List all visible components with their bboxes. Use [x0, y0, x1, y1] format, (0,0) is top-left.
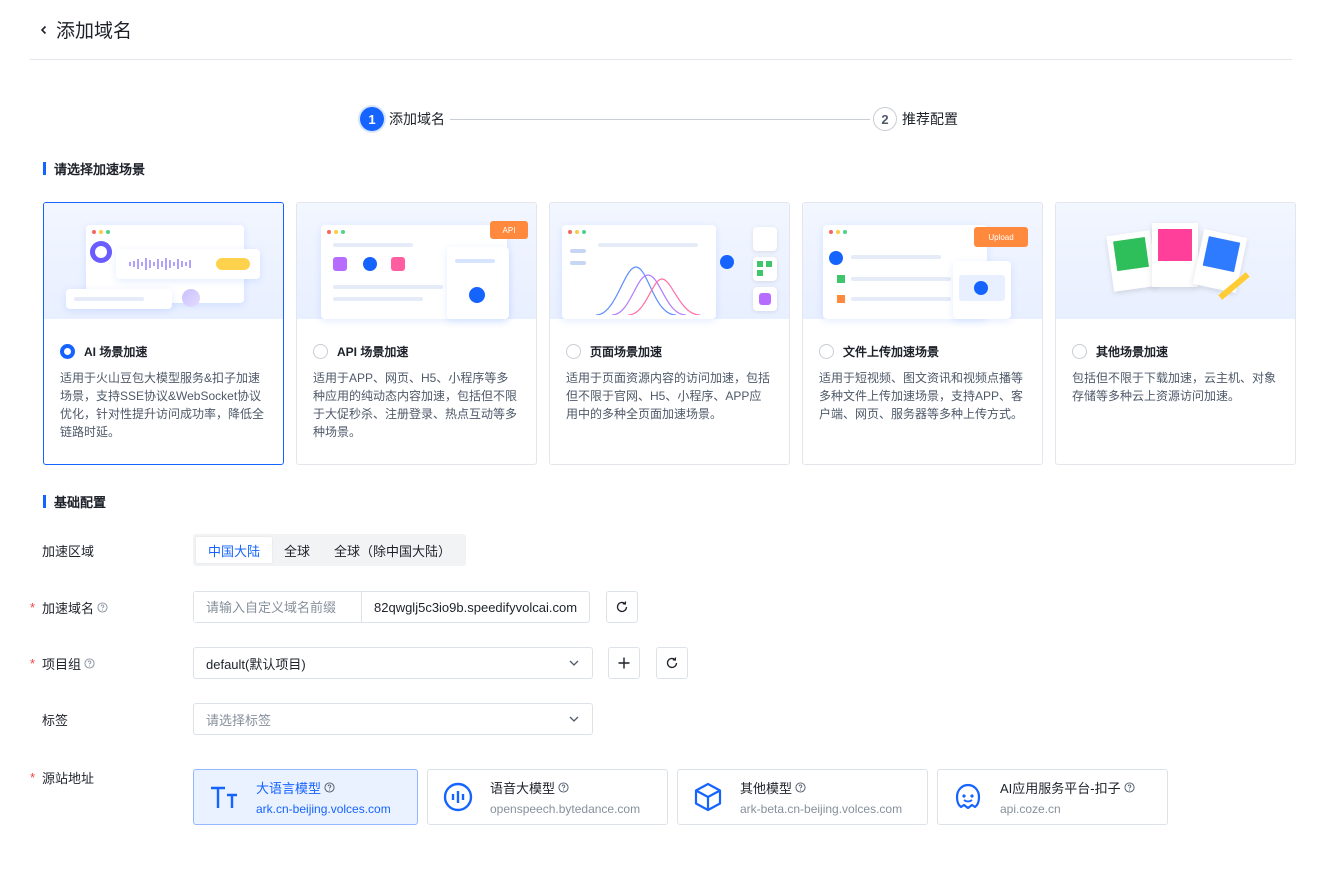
chevron-down-icon — [569, 660, 579, 666]
bot-avatar-icon — [90, 241, 112, 263]
scenario-card-page[interactable]: 页面场景加速 适用于页面资源内容的访问加速，包括但不限于官网、H5、小程序、AP… — [549, 202, 790, 465]
help-icon — [795, 782, 806, 793]
domain-row: *加速域名 82qwglj5c3io9b.speedifyvolcai.com — [30, 591, 639, 623]
api-tag: API — [490, 221, 528, 239]
origin-sub: openspeech.bytedance.com — [490, 802, 641, 816]
origin-option-llm[interactable]: 大语言模型 ark.cn-beijing.volces.com — [193, 769, 418, 825]
scenario-radio[interactable] — [1072, 344, 1087, 359]
region-label: 加速区域 — [42, 543, 95, 559]
refresh-project-button[interactable] — [656, 647, 688, 679]
voice-model-icon — [440, 779, 476, 815]
waveform-icon — [129, 258, 191, 270]
scenario-title: AI 场景加速 — [84, 345, 148, 359]
origin-sub: ark.cn-beijing.volces.com — [256, 802, 391, 816]
scenario-desc: 适用于短视频、图文资讯和视频点播等多种文件上传加速场景，支持APP、客户端、网页… — [819, 371, 1024, 421]
domain-prefix-input[interactable] — [194, 592, 362, 622]
upload-tag: Upload — [974, 227, 1028, 247]
plus-icon — [618, 657, 630, 669]
step-2: 2 推荐配置 — [873, 107, 958, 131]
scenario-card-upload[interactable]: Upload 文件上传加速场景 适用于短视频、图文资讯和视频点播等多种文件上传加… — [802, 202, 1043, 465]
step-1: 1 添加域名 — [360, 107, 445, 131]
distribution-curves-icon — [596, 266, 701, 315]
origin-options: 大语言模型 ark.cn-beijing.volces.com 语音大模型 op… — [193, 769, 1168, 825]
upload-illustration: Upload — [803, 203, 1042, 319]
region-segmented: 中国大陆 全球 全球（除中国大陆） — [193, 534, 467, 566]
tags-row: 标签 请选择标签 — [30, 703, 593, 735]
help-icon — [97, 601, 108, 613]
help-icon — [84, 657, 95, 669]
scenario-card-other[interactable]: 其他场景加速 包括但不限于下载加速，云主机、对象存储等多种云上资源访问加速。 — [1055, 202, 1296, 465]
refresh-domain-button[interactable] — [606, 591, 639, 623]
chevron-left-icon[interactable] — [34, 20, 54, 40]
scenario-radio[interactable] — [819, 344, 834, 359]
scenario-title: API 场景加速 — [337, 345, 409, 359]
scenario-radio[interactable] — [313, 344, 328, 359]
step-label: 添加域名 — [389, 111, 445, 127]
scenario-card-ai[interactable]: AI 场景加速 适用于火山豆包大模型服务&扣子加速场景，支持SSE协议&WebS… — [43, 202, 284, 465]
origin-label: * 源站地址 — [30, 770, 95, 786]
scenario-desc: 适用于页面资源内容的访问加速，包括但不限于官网、H5、小程序、APP应用中的多种… — [566, 371, 771, 421]
origin-row: * 源站地址 大语言模型 ark.cn-beijing.volces.com 语音… — [30, 766, 1168, 825]
scenario-radio[interactable] — [60, 344, 75, 359]
section-title-scenario: 请选择加速场景 — [43, 159, 145, 178]
api-illustration: API — [297, 203, 536, 319]
region-option-global-ex-mainland[interactable]: 全球（除中国大陆） — [322, 537, 463, 563]
step-number: 1 — [360, 107, 384, 131]
step-label: 推荐配置 — [902, 111, 958, 127]
coze-icon — [950, 779, 986, 815]
help-icon — [1124, 782, 1135, 793]
scenario-title: 其他场景加速 — [1096, 345, 1169, 359]
domain-label: * 加速域名 — [30, 598, 193, 617]
domain-input-group: 82qwglj5c3io9b.speedifyvolcai.com — [193, 591, 591, 623]
scenario-desc: 适用于火山豆包大模型服务&扣子加速场景，支持SSE协议&WebSocket协议优… — [60, 371, 265, 439]
ai-illustration — [44, 203, 283, 319]
project-select[interactable]: default(默认项目) — [193, 647, 593, 679]
scenario-cards: AI 场景加速 适用于火山豆包大模型服务&扣子加速场景，支持SSE协议&WebS… — [43, 202, 1296, 465]
region-option-global[interactable]: 全球 — [272, 537, 322, 563]
chevron-down-icon — [569, 716, 579, 722]
project-row: * 项目组 default(默认项目) — [30, 647, 688, 679]
page-title: 添加域名 — [56, 21, 133, 42]
origin-option-voice[interactable]: 语音大模型 openspeech.bytedance.com — [427, 769, 668, 825]
page-header: 添加域名 — [30, 0, 1292, 60]
origin-title: 大语言模型 — [256, 781, 322, 796]
refresh-icon — [666, 657, 678, 669]
tags-label: 标签 — [42, 712, 69, 728]
origin-title: 语音大模型 — [490, 781, 556, 796]
origin-option-coze[interactable]: AI应用服务平台-扣子 api.coze.cn — [937, 769, 1168, 825]
scenario-title: 页面场景加速 — [590, 345, 663, 359]
region-option-mainland[interactable]: 中国大陆 — [196, 537, 273, 563]
cube-icon — [690, 779, 726, 815]
text-model-icon — [206, 779, 242, 815]
step-number: 2 — [873, 107, 897, 131]
refresh-icon — [616, 601, 628, 613]
stepper: 1 添加域名 2 推荐配置 — [360, 107, 960, 133]
help-icon — [324, 782, 335, 793]
origin-title: AI应用服务平台-扣子 — [1000, 781, 1121, 796]
other-illustration — [1056, 203, 1295, 319]
scenario-desc: 包括但不限于下载加速，云主机、对象存储等多种云上资源访问加速。 — [1072, 371, 1277, 403]
origin-title: 其他模型 — [740, 781, 793, 796]
section-title-basic: 基础配置 — [43, 492, 106, 511]
origin-sub: ark-beta.cn-beijing.volces.com — [740, 802, 903, 816]
origin-option-other[interactable]: 其他模型 ark-beta.cn-beijing.volces.com — [677, 769, 928, 825]
scenario-card-api[interactable]: API API 场景加速 适用于APP、网页、H5、小程序等多种应用的纯动态内容… — [296, 202, 537, 465]
region-row: 加速区域 中国大陆 全球 全球（除中国大陆） — [30, 534, 467, 566]
page-illustration — [550, 203, 789, 319]
scenario-title: 文件上传加速场景 — [843, 345, 940, 359]
add-project-button[interactable] — [608, 647, 640, 679]
scenario-desc: 适用于APP、网页、H5、小程序等多种应用的纯动态内容加速，包括但不限于大促秒杀… — [313, 371, 518, 439]
domain-suffix: 82qwglj5c3io9b.speedifyvolcai.com — [374, 599, 578, 615]
help-icon — [558, 782, 569, 793]
origin-sub: api.coze.cn — [1000, 802, 1061, 816]
scenario-radio[interactable] — [566, 344, 581, 359]
project-label: * 项目组 — [30, 654, 193, 673]
tags-select[interactable]: 请选择标签 — [193, 703, 593, 735]
step-divider — [450, 119, 870, 120]
